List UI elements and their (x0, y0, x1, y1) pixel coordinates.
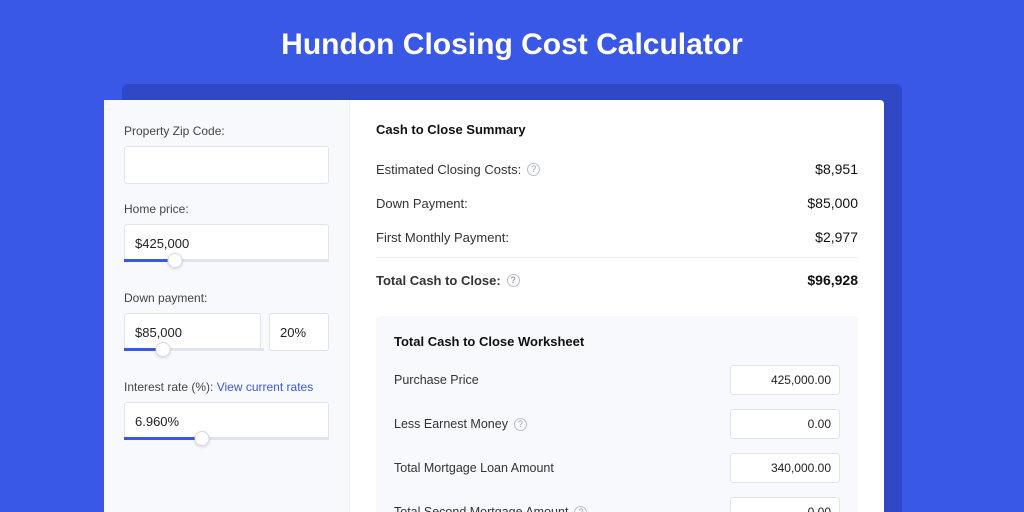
down-payment-field-group: Down payment: (124, 291, 329, 362)
summary-label-text: First Monthly Payment: (376, 230, 509, 245)
worksheet-heading: Total Cash to Close Worksheet (394, 334, 840, 349)
zip-label: Property Zip Code: (124, 124, 329, 138)
results-panel: Cash to Close Summary Estimated Closing … (350, 100, 884, 512)
zip-field-group: Property Zip Code: (124, 124, 329, 184)
worksheet-input-second-mortgage[interactable] (730, 497, 840, 512)
worksheet-row: Less Earnest Money ? (394, 409, 840, 439)
slider-thumb[interactable] (156, 342, 171, 357)
worksheet-input-purchase-price[interactable] (730, 365, 840, 395)
down-payment-input[interactable] (124, 313, 261, 351)
summary-list: Estimated Closing Costs: ? $8,951 Down P… (376, 153, 858, 298)
interest-field-group: Interest rate (%): View current rates (124, 380, 329, 451)
down-payment-label: Down payment: (124, 291, 329, 305)
summary-value: $2,977 (815, 229, 858, 245)
interest-label: Interest rate (%): View current rates (124, 380, 329, 394)
calculator-card-shadow: Property Zip Code: Home price: Down paym… (122, 84, 902, 512)
summary-total-value: $96,928 (807, 272, 858, 288)
worksheet-card: Total Cash to Close Worksheet Purchase P… (376, 316, 858, 512)
down-payment-pct-input[interactable] (269, 313, 329, 351)
worksheet-input-loan-amount[interactable] (730, 453, 840, 483)
summary-row: First Monthly Payment: $2,977 (376, 221, 858, 255)
worksheet-label: Purchase Price (394, 373, 479, 387)
interest-label-text: Interest rate (%): (124, 380, 213, 394)
inputs-panel: Property Zip Code: Home price: Down paym… (104, 100, 350, 512)
interest-input[interactable] (124, 402, 329, 440)
calculator-card: Property Zip Code: Home price: Down paym… (104, 100, 884, 512)
worksheet-label: Total Second Mortgage Amount (394, 505, 568, 512)
interest-slider[interactable] (124, 437, 329, 451)
help-icon[interactable]: ? (514, 418, 527, 431)
down-payment-slider[interactable] (124, 348, 264, 362)
zip-input[interactable] (124, 146, 329, 184)
summary-total-label: Total Cash to Close: (376, 273, 501, 288)
summary-heading: Cash to Close Summary (376, 122, 858, 137)
page-title: Hundon Closing Cost Calculator (0, 0, 1024, 84)
home-price-field-group: Home price: (124, 202, 329, 273)
slider-thumb[interactable] (168, 253, 183, 268)
worksheet-label: Less Earnest Money (394, 417, 508, 431)
worksheet-row: Purchase Price (394, 365, 840, 395)
home-price-slider[interactable] (124, 259, 329, 273)
slider-thumb[interactable] (194, 431, 209, 446)
view-rates-link[interactable]: View current rates (217, 380, 314, 394)
worksheet-input-earnest-money[interactable] (730, 409, 840, 439)
summary-value: $8,951 (815, 161, 858, 177)
help-icon[interactable]: ? (507, 274, 520, 287)
summary-row: Down Payment: $85,000 (376, 187, 858, 221)
summary-total-row: Total Cash to Close: ? $96,928 (376, 257, 858, 298)
slider-fill (124, 437, 202, 440)
help-icon[interactable]: ? (527, 163, 540, 176)
worksheet-label: Total Mortgage Loan Amount (394, 461, 554, 475)
summary-label-text: Down Payment: (376, 196, 468, 211)
worksheet-row: Total Mortgage Loan Amount (394, 453, 840, 483)
home-price-input[interactable] (124, 224, 329, 262)
summary-label-text: Estimated Closing Costs: (376, 162, 521, 177)
worksheet-row: Total Second Mortgage Amount ? (394, 497, 840, 512)
help-icon[interactable]: ? (574, 506, 587, 512)
summary-value: $85,000 (807, 195, 858, 211)
summary-row: Estimated Closing Costs: ? $8,951 (376, 153, 858, 187)
home-price-label: Home price: (124, 202, 329, 216)
